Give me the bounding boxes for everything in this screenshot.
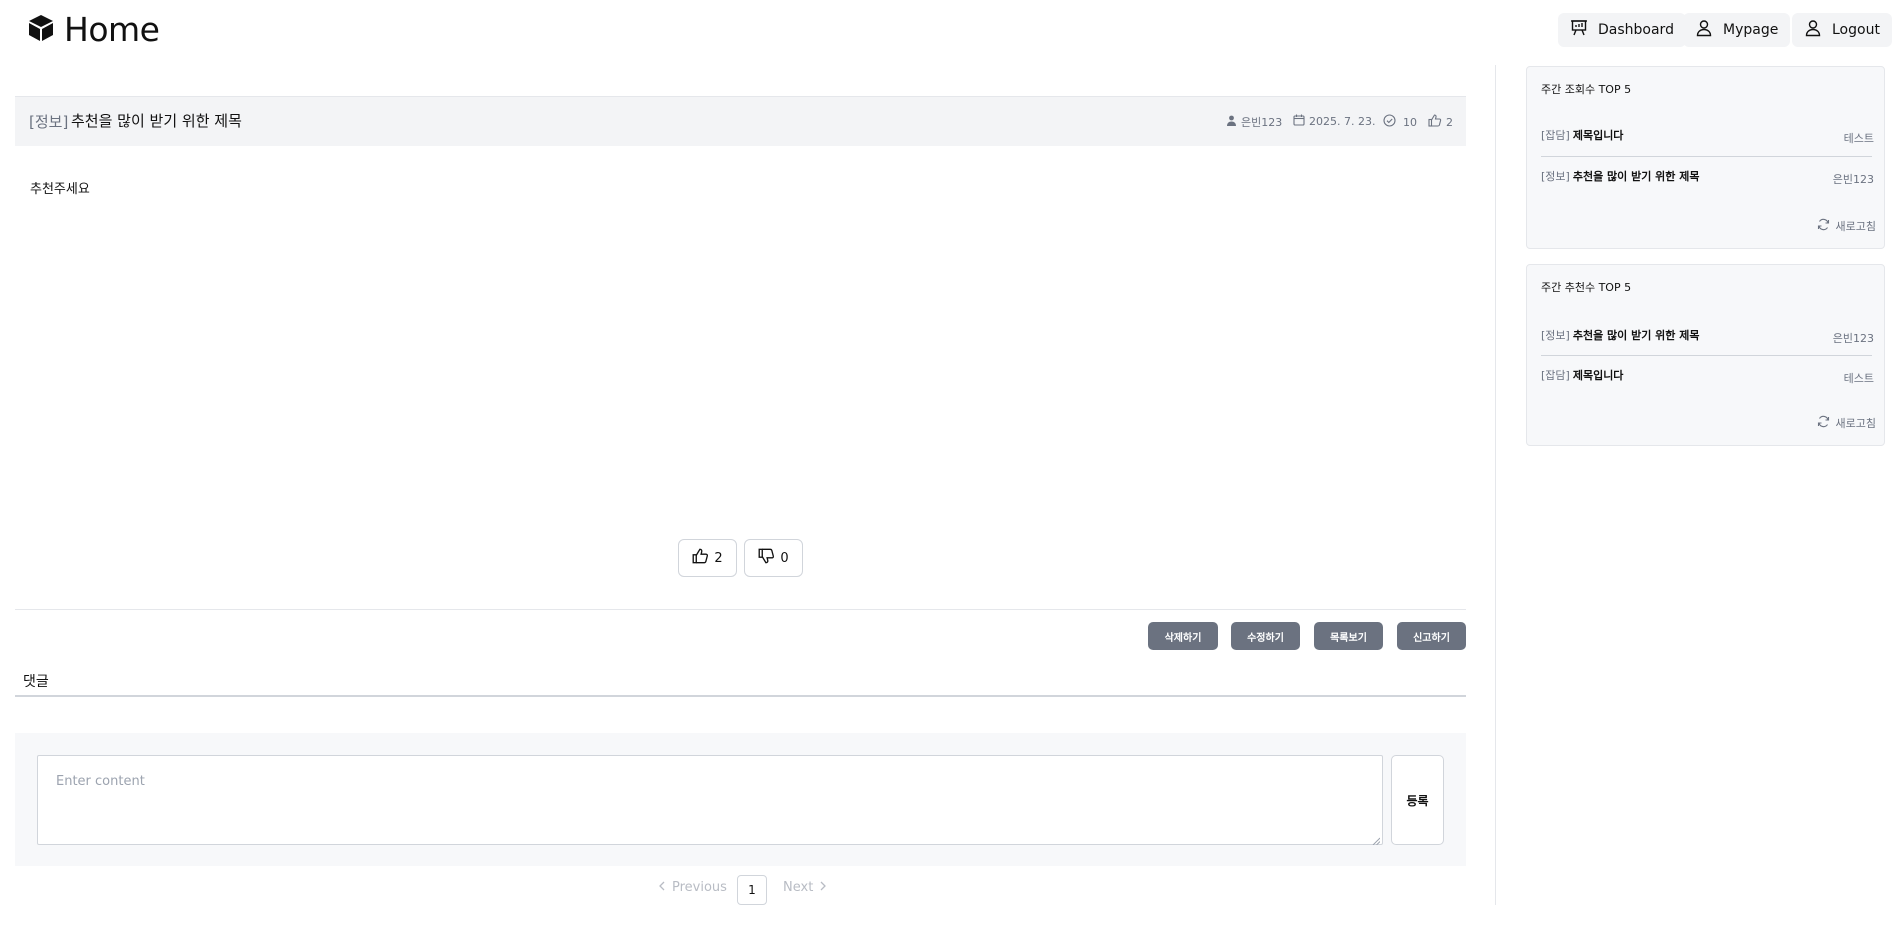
calendar-icon	[1293, 114, 1305, 129]
refresh-icon	[1817, 218, 1830, 234]
weekly-views-card: 주간 조회수 TOP 5 [잡담] 제목입니다 테스트 [정보] 추천을 많이 받기…	[1526, 66, 1885, 249]
dashboard-button[interactable]: Dashboard	[1558, 13, 1686, 47]
post-title: 추천을 많이 받기 위한 제목	[71, 112, 242, 130]
presentation-chart-icon	[1570, 19, 1588, 41]
thumbs-up-icon	[692, 548, 709, 568]
comment-submit-button[interactable]: 등록	[1391, 755, 1444, 845]
chevron-left-icon	[658, 880, 666, 895]
home-logo[interactable]: Home	[26, 10, 160, 49]
check-circle-icon	[1383, 114, 1396, 130]
dislike-count: 0	[780, 550, 789, 566]
post-likes: 2	[1428, 114, 1453, 130]
refresh-button[interactable]: 새로고침	[1817, 415, 1876, 431]
post-date: 2025. 7. 23.	[1293, 114, 1375, 129]
pagination-previous[interactable]: Previous	[658, 880, 727, 895]
pagination-page-1[interactable]: 1	[737, 875, 767, 905]
comment-form: Enter content 등록	[15, 733, 1466, 866]
weekly-likes-title: 주간 추천수 TOP 5	[1541, 281, 1632, 294]
edit-button[interactable]: 수정하기	[1231, 622, 1300, 650]
resize-handle-icon[interactable]	[1372, 834, 1381, 846]
weekly-likes-card: 주간 추천수 TOP 5 [정보] 추천을 많이 받기 위한 제목 은빈123 […	[1526, 264, 1885, 446]
logout-button[interactable]: Logout	[1792, 13, 1892, 47]
weekly-views-title: 주간 조회수 TOP 5	[1541, 83, 1632, 96]
content-divider	[15, 609, 1466, 610]
thumbs-up-icon	[1428, 114, 1442, 130]
list-item[interactable]: [정보] 추천을 많이 받기 위한 제목 은빈123	[1541, 168, 1874, 208]
user-icon	[1804, 19, 1822, 41]
chevron-right-icon	[819, 880, 827, 895]
person-icon	[1226, 115, 1237, 129]
list-separator	[1541, 156, 1872, 157]
pagination-next[interactable]: Next	[783, 880, 827, 895]
list-button[interactable]: 목록보기	[1314, 622, 1383, 650]
like-button[interactable]: 2	[678, 539, 737, 577]
thumbs-down-icon	[758, 548, 775, 568]
post-content: 추천주세요	[30, 182, 90, 197]
comment-input[interactable]: Enter content	[37, 755, 1383, 846]
mypage-button[interactable]: Mypage	[1683, 13, 1791, 47]
report-button[interactable]: 신고하기	[1397, 622, 1466, 650]
list-separator	[1541, 355, 1872, 356]
mypage-label: Mypage	[1723, 22, 1779, 38]
logo-text: Home	[64, 10, 160, 49]
list-item[interactable]: [정보] 추천을 많이 받기 위한 제목 은빈123	[1541, 327, 1874, 367]
delete-button[interactable]: 삭제하기	[1148, 622, 1218, 650]
list-item[interactable]: [잡담] 제목입니다 테스트	[1541, 127, 1874, 167]
list-item[interactable]: [잡담] 제목입니다 테스트	[1541, 367, 1874, 407]
post-views: 10	[1383, 114, 1417, 130]
dislike-button[interactable]: 0	[744, 539, 803, 577]
post-header: [정보] 추천을 많이 받기 위한 제목 은빈123 2025. 7. 23. …	[15, 96, 1466, 146]
top-header: Home Dashboard Mypage Logout	[0, 0, 1895, 60]
dashboard-label: Dashboard	[1598, 22, 1674, 38]
user-icon	[1695, 19, 1713, 41]
comments-divider	[15, 695, 1466, 697]
comments-heading: 댓글	[23, 674, 49, 690]
refresh-icon	[1817, 415, 1830, 431]
post-category: [정보]	[29, 113, 69, 131]
logout-label: Logout	[1832, 22, 1880, 38]
sidebar-divider	[1495, 65, 1496, 905]
comment-placeholder: Enter content	[56, 774, 145, 789]
post-author: 은빈123	[1226, 114, 1282, 130]
refresh-button[interactable]: 새로고침	[1817, 218, 1876, 234]
cube-icon	[26, 13, 56, 47]
like-count: 2	[714, 550, 723, 566]
